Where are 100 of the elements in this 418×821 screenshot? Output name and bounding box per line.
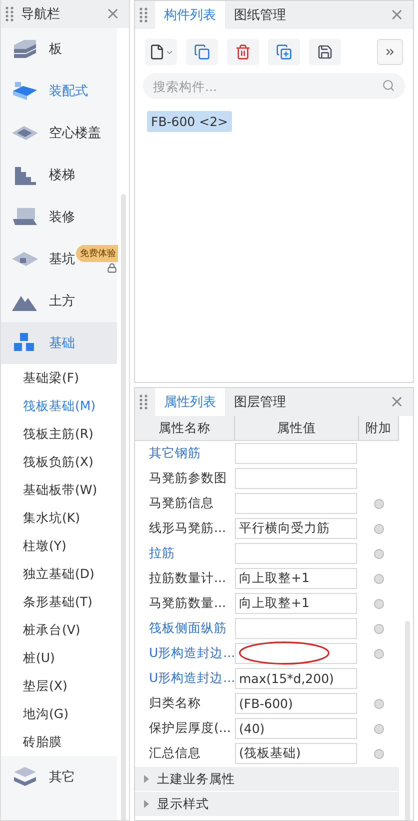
- more-button[interactable]: [377, 39, 403, 65]
- category-label: 板: [49, 41, 62, 58]
- value-field[interactable]: 平行横向受力筋: [235, 518, 357, 539]
- new-button[interactable]: [145, 39, 177, 65]
- nav-category[interactable]: 装修: [1, 196, 118, 238]
- attach-radio[interactable]: [374, 598, 384, 608]
- drag-handle-icon[interactable]: [139, 394, 149, 410]
- category-label: 其它: [49, 769, 75, 786]
- prefab-slab-icon: [11, 79, 39, 103]
- tab[interactable]: 图层管理: [225, 388, 295, 416]
- layers-icon: [11, 765, 39, 789]
- search-icon: [382, 79, 395, 92]
- nav-category[interactable]: 其它: [1, 756, 118, 798]
- column-header: 属性名称: [135, 416, 235, 441]
- nav-item[interactable]: 垫层(X): [1, 672, 118, 700]
- nav-item[interactable]: 筏板基础(M): [1, 392, 118, 420]
- tab[interactable]: 属性列表: [155, 388, 225, 416]
- component-item[interactable]: FB-600 <2>: [147, 111, 232, 132]
- nav-category[interactable]: 装配式: [1, 70, 118, 112]
- scrollbar[interactable]: [405, 621, 410, 820]
- value-field[interactable]: (FB-600): [235, 693, 357, 714]
- value-field[interactable]: (40): [235, 718, 357, 739]
- category-label: 楼梯: [49, 167, 75, 184]
- value-field[interactable]: max(15*d,200): [235, 668, 357, 689]
- property-name: 保护层厚度(...: [148, 720, 232, 737]
- nav-item[interactable]: 桩承台(V): [1, 616, 118, 644]
- property-group[interactable]: 土建业务属性: [135, 767, 399, 791]
- nav-item[interactable]: 条形基础(T): [1, 588, 118, 616]
- panel-title: 导航栏: [21, 6, 61, 23]
- property-name: 汇总信息: [148, 745, 202, 762]
- value-field[interactable]: [235, 443, 357, 464]
- save-button[interactable]: [309, 39, 341, 65]
- property-name: 马凳筋参数图: [148, 470, 228, 487]
- value-field[interactable]: 向上取整+1: [235, 593, 357, 614]
- drag-handle-icon[interactable]: [139, 7, 149, 23]
- property-link[interactable]: 拉筋: [135, 545, 235, 562]
- column-header: 属性值: [235, 416, 359, 441]
- nav-item[interactable]: 砖胎膜: [1, 728, 118, 756]
- nav-item[interactable]: 集水坑(K): [1, 504, 118, 532]
- nav-item[interactable]: 桩(U): [1, 644, 118, 672]
- attach-radio[interactable]: [374, 548, 384, 558]
- category-label: 装修: [49, 209, 75, 226]
- nav-category[interactable]: 土方: [1, 280, 118, 322]
- column-header: 附加: [359, 416, 399, 441]
- value-field[interactable]: [235, 643, 357, 664]
- attach-radio[interactable]: [374, 498, 384, 508]
- category-label: 基础: [49, 335, 75, 352]
- value-field[interactable]: (筏板基础): [235, 743, 357, 764]
- property-name: 马凳筋数量...: [148, 595, 227, 612]
- scrollbar[interactable]: [120, 194, 126, 820]
- category-label: 基坑: [49, 251, 75, 268]
- search-field[interactable]: 搜索构件...: [143, 73, 405, 99]
- property-link[interactable]: U形构造封边...: [135, 645, 235, 662]
- attach-radio[interactable]: [374, 624, 384, 634]
- tab[interactable]: 构件列表: [155, 1, 225, 29]
- copy-button[interactable]: [186, 39, 218, 65]
- caret-icon: [143, 775, 149, 783]
- value-field[interactable]: [235, 543, 357, 564]
- nav-item[interactable]: 独立基础(D): [1, 560, 118, 588]
- copy-plus-icon: [276, 44, 292, 60]
- property-name: 马凳筋信息: [148, 495, 215, 512]
- value-field[interactable]: 向上取整+1: [235, 568, 357, 589]
- nav-item[interactable]: 柱墩(Y): [1, 532, 118, 560]
- nav-category[interactable]: 楼梯: [1, 154, 118, 196]
- nav-category[interactable]: 空心楼盖: [1, 112, 118, 154]
- nav-item[interactable]: 基础板带(W): [1, 476, 118, 504]
- trash-icon: [235, 44, 251, 60]
- nav-category[interactable]: 板: [1, 28, 118, 70]
- category-label: 空心楼盖: [49, 125, 101, 142]
- category-label: 土方: [49, 293, 75, 310]
- copy-icon: [194, 44, 210, 60]
- attach-radio[interactable]: [374, 524, 384, 534]
- document-icon: [148, 44, 164, 60]
- double-chevron-icon: [384, 46, 396, 58]
- attach-radio[interactable]: [374, 724, 384, 734]
- value-field[interactable]: [235, 493, 357, 514]
- property-link[interactable]: 其它钢筋: [135, 445, 235, 462]
- nav-item[interactable]: 筏板负筋(X): [1, 448, 118, 476]
- property-group[interactable]: 显示样式: [135, 792, 399, 816]
- tab[interactable]: 图纸管理: [225, 1, 295, 29]
- property-link[interactable]: 筏板侧面纵筋: [135, 620, 235, 637]
- property-name: 归类名称: [148, 695, 202, 712]
- drag-handle-icon[interactable]: [5, 6, 15, 22]
- nav-category[interactable]: 基坑 免费体验: [1, 238, 118, 280]
- attach-radio[interactable]: [374, 648, 384, 658]
- delete-button[interactable]: [227, 39, 259, 65]
- property-link[interactable]: U形构造封边...: [135, 670, 235, 687]
- nav-item[interactable]: 地沟(G): [1, 700, 118, 728]
- attach-radio[interactable]: [374, 574, 384, 584]
- nav-item[interactable]: 筏板主筋(R): [1, 420, 118, 448]
- nav-item[interactable]: 基础梁(F): [1, 364, 118, 392]
- value-field[interactable]: [235, 618, 357, 639]
- copy-to-button[interactable]: [268, 39, 300, 65]
- property-name: 拉筋数量计...: [148, 570, 227, 587]
- attach-radio[interactable]: [374, 748, 384, 758]
- property-name: 线形马凳筋...: [148, 520, 227, 537]
- stacked-slab-icon: [11, 37, 39, 61]
- attach-radio[interactable]: [374, 698, 384, 708]
- save-icon: [317, 44, 333, 60]
- value-field[interactable]: [235, 468, 357, 489]
